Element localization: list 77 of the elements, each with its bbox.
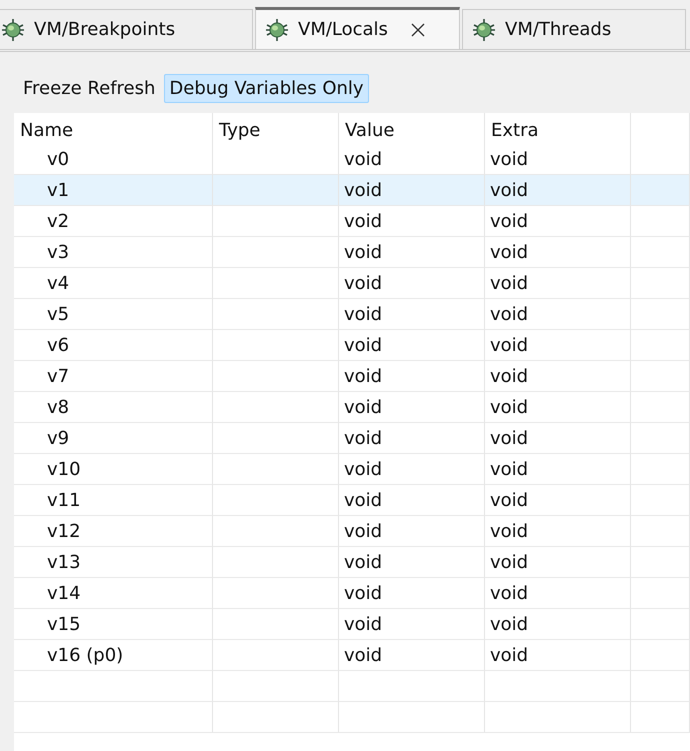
table-cell: void [339, 640, 485, 671]
table-cell: v7 [14, 361, 213, 392]
table-cell: void [485, 423, 631, 454]
table-cell: void [485, 206, 631, 237]
table-cell: void [339, 144, 485, 175]
table-cell: void [485, 144, 631, 175]
table-cell [631, 516, 690, 547]
table-cell [631, 485, 690, 516]
table-cell: v5 [14, 299, 213, 330]
table-cell: void [485, 516, 631, 547]
table-cell [631, 299, 690, 330]
bug-icon [264, 16, 290, 42]
table-cell: void [339, 175, 485, 206]
table-cell: void [339, 454, 485, 485]
table-cell: void [485, 330, 631, 361]
table-cell: void [339, 268, 485, 299]
table-cell: void [339, 516, 485, 547]
table-cell: void [485, 361, 631, 392]
table-cell [631, 547, 690, 578]
tab[interactable]: VM/Breakpoints [0, 9, 253, 49]
table-cell: v16 (p0) [14, 640, 213, 671]
table-cell [631, 423, 690, 454]
table-cell: void [485, 268, 631, 299]
table-cell: v13 [14, 547, 213, 578]
table-cell [631, 392, 690, 423]
bug-icon [471, 16, 497, 42]
close-icon[interactable] [410, 22, 426, 38]
table-cell: v12 [14, 516, 213, 547]
table-cell: v0 [14, 144, 213, 175]
table-cell [631, 578, 690, 609]
table-cell: void [339, 392, 485, 423]
table-cell: void [339, 547, 485, 578]
table-cell [631, 268, 690, 299]
table-cell: void [339, 361, 485, 392]
table-cell: v8 [14, 392, 213, 423]
bug-icon [0, 16, 26, 42]
toggle-button[interactable]: Debug Variables Only [164, 74, 369, 103]
table-cell: v3 [14, 237, 213, 268]
table-cell: void [339, 237, 485, 268]
table-cell: void [339, 578, 485, 609]
table-cell: void [485, 454, 631, 485]
table-cell: void [485, 609, 631, 640]
table-cell: v1 [14, 175, 213, 206]
table-cell: void [339, 330, 485, 361]
toggle-button[interactable]: Freeze Refresh [18, 74, 160, 103]
table-cell: void [485, 299, 631, 330]
table-cell: v10 [14, 454, 213, 485]
table-cell: void [485, 485, 631, 516]
table-cell: void [339, 609, 485, 640]
table-cell [631, 609, 690, 640]
table-cell [631, 206, 690, 237]
table-cell [631, 671, 690, 702]
table-cell [631, 454, 690, 485]
tab[interactable]: VM/Threads [462, 9, 686, 49]
table-cell: void [485, 578, 631, 609]
table-cell: void [485, 392, 631, 423]
table-cell: v15 [14, 609, 213, 640]
table-cell: v14 [14, 578, 213, 609]
table-cell: v2 [14, 206, 213, 237]
table-cell [631, 175, 690, 206]
table-cell [631, 330, 690, 361]
table-cell [631, 361, 690, 392]
table-cell: void [339, 485, 485, 516]
table-cell: void [485, 237, 631, 268]
table-cell: void [339, 423, 485, 454]
table-cell [631, 640, 690, 671]
table-cell: void [485, 640, 631, 671]
table-cell: void [339, 299, 485, 330]
table-cell: v9 [14, 423, 213, 454]
table-cell: v4 [14, 268, 213, 299]
table-cell: v11 [14, 485, 213, 516]
table-cell: void [485, 547, 631, 578]
table-cell [631, 237, 690, 268]
table-cell: void [339, 206, 485, 237]
table-cell: v6 [14, 330, 213, 361]
table-cell: void [485, 175, 631, 206]
tab[interactable]: VM/Locals [255, 7, 460, 49]
